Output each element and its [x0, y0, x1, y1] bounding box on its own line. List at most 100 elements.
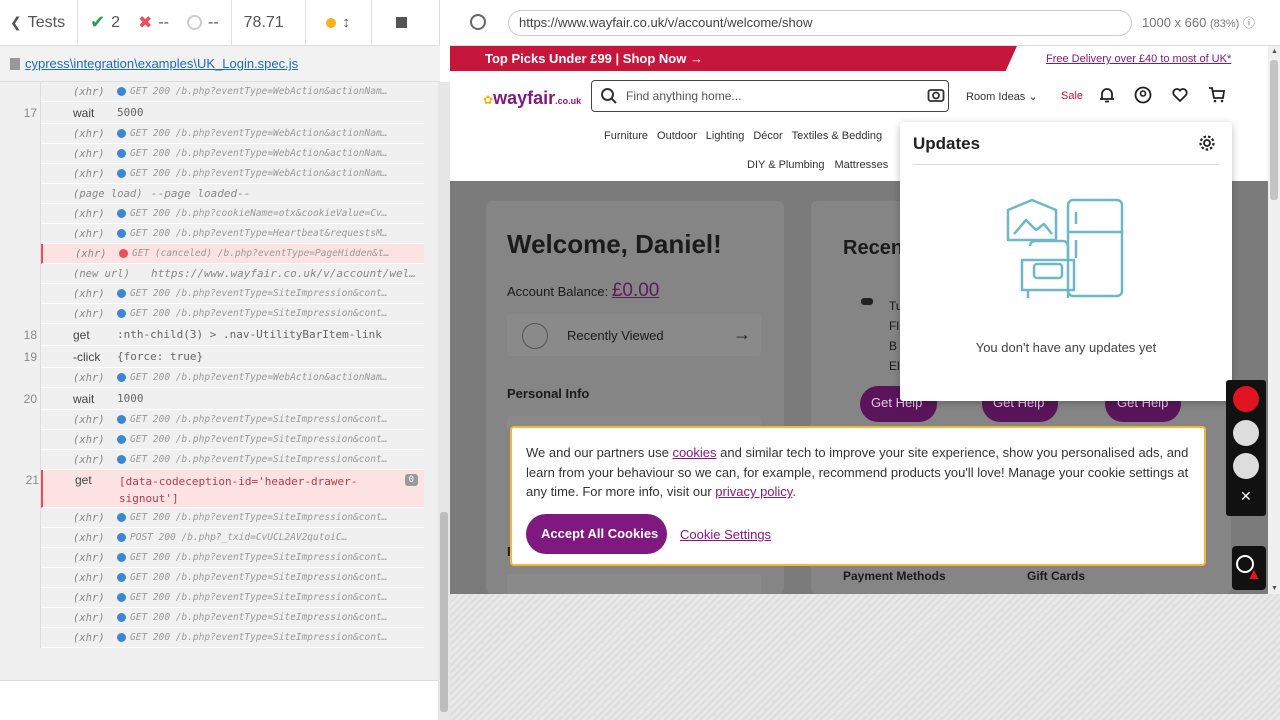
status-dot-icon [117, 633, 126, 642]
free-delivery-link[interactable]: Free Delivery over £40 to most of UK* [1046, 53, 1231, 65]
command-name: (xhr) [73, 147, 105, 160]
xhr-log-row[interactable]: (xhr) GET (canceled) /b.php?eventType=Pag… [41, 244, 424, 264]
close-icon[interactable]: ✕ [1240, 488, 1252, 505]
account-icon[interactable] [1134, 86, 1152, 104]
camera-icon[interactable] [927, 86, 945, 104]
event-row[interactable]: (new url) https://www.wayfair.co.uk/v/acc… [41, 264, 424, 284]
updates-dropdown: Updates You don't have any updates yet [900, 122, 1232, 401]
xhr-log-row[interactable]: (xhr) GET 200 /b.php?eventType=SiteImpres… [41, 628, 424, 648]
recently-viewed-icon [522, 323, 548, 349]
updates-title: Updates [913, 134, 981, 153]
caret-up-icon[interactable]: ▲ [1271, 48, 1278, 55]
xhr-log-row[interactable]: (xhr) GET 200 /b.php?eventType=SiteImpres… [41, 548, 424, 568]
cookie-settings-link[interactable]: Cookie Settings [680, 527, 771, 542]
xhr-log-row[interactable]: (xhr) GET 200 /b.php?eventType=WebAction&… [41, 164, 424, 184]
command-row[interactable]: 18 get:nth-child(3) > .nav-UtilityBarItem… [24, 324, 424, 346]
xhr-log-row[interactable]: (xhr) GET 200 /b.php?eventType=SiteImpres… [41, 410, 424, 430]
gift-cards-link[interactable]: Gift Cards [1027, 569, 1085, 583]
xhr-log-row[interactable]: (xhr) POST 200 /b.php?_txid=CvUCL2AV2quto… [41, 528, 424, 548]
nav-item[interactable]: Furniture [604, 130, 648, 142]
nav-item[interactable]: Décor [753, 130, 782, 142]
selector-playground-icon[interactable] [470, 14, 486, 30]
xhr-log-row[interactable]: (xhr) GET 200 /b.php?eventType=Heartbeat&… [41, 224, 424, 244]
aut-scrollbar[interactable]: ▲ ▼ [1268, 46, 1280, 594]
divider [913, 164, 1219, 165]
balance-value[interactable]: £0.00 [612, 280, 660, 301]
payment-methods-link[interactable]: Payment Methods [843, 569, 946, 583]
accept-all-cookies-button[interactable]: Accept All Cookies [526, 514, 667, 554]
scrollbar-thumb[interactable] [1270, 60, 1278, 200]
reporter-scrollbar[interactable] [438, 82, 450, 720]
command-row[interactable]: 19 -click {force: true} [24, 346, 424, 368]
heart-icon[interactable] [1171, 86, 1189, 104]
scrollbar-thumb[interactable] [440, 512, 448, 712]
wayfair-logo[interactable]: ✿wayfair.co.uk [483, 88, 581, 109]
event-row[interactable]: (page load) --page loaded-- [41, 184, 424, 204]
xhr-log-row[interactable]: (xhr) GET 200 /b.php?eventType=SiteImpres… [41, 508, 424, 528]
auto-scroll-toggle[interactable]: ↕ [306, 0, 372, 46]
command-row[interactable]: 20 wait 1000 [24, 388, 424, 410]
accessibility-widget[interactable]: ▲ [1232, 546, 1266, 590]
xhr-log-row[interactable]: (xhr) GET 200 /b.php?eventType=WebAction&… [41, 144, 424, 164]
recently-viewed-button[interactable]: Recently Viewed → [507, 314, 761, 356]
gear-icon[interactable] [1198, 134, 1216, 152]
command-name: (xhr) [73, 611, 105, 624]
nav-item[interactable]: Textiles & Bedding [792, 130, 883, 142]
cart-icon[interactable] [1208, 86, 1226, 104]
command-message: GET 200 /b.php?cookieName=otx&cookieValu… [117, 208, 424, 219]
xhr-log-row[interactable]: (xhr) GET 200 /b.php?eventType=SiteImpres… [41, 304, 424, 324]
partial-list-row[interactable] [507, 574, 761, 594]
xhr-log-row[interactable]: (xhr) GET 200 /b.php?eventType=SiteImpres… [41, 284, 424, 304]
personal-info-heading: Personal Info [507, 386, 590, 401]
command-message: https://www.wayfair.co.uk/v/account/wel… [151, 267, 416, 280]
privacy-policy-link[interactable]: privacy policy [715, 484, 792, 499]
widget-button[interactable] [1233, 453, 1259, 479]
command-name: wait [73, 105, 95, 120]
search-input[interactable]: Find anything home... [591, 80, 949, 112]
command-row[interactable]: 21 get [data-codeception-id='header-drawer… [26, 470, 424, 508]
truck-icon [861, 298, 873, 305]
xhr-log-row[interactable]: (xhr) GET 200 /b.php?eventType=SiteImpres… [41, 608, 424, 628]
nav-item[interactable]: DIY & Plumbing [747, 159, 824, 171]
status-dot-icon [117, 149, 126, 158]
nav-item[interactable]: Outdoor [657, 130, 697, 142]
command-name: (xhr) [73, 287, 105, 300]
command-name: (xhr) [73, 551, 105, 564]
command-message: GET 200 /b.php?eventType=SiteImpression&… [117, 552, 424, 563]
bell-icon[interactable] [1098, 86, 1116, 104]
nav-item[interactable]: Mattresses [834, 159, 888, 171]
welcome-heading: Welcome, Daniel! [507, 229, 722, 259]
command-message: POST 200 /b.php?_txid=CvUCL2AV2qutoiC… [117, 532, 424, 543]
widget-button[interactable] [1233, 420, 1259, 446]
scroll-arrows-icon: ↕ [342, 14, 350, 31]
promo-banner[interactable]: Top Picks Under £99 | Shop Now → [450, 46, 1017, 71]
command-message: GET 200 /b.php?eventType=SiteImpression&… [117, 454, 424, 465]
command-message: 5000 [117, 106, 144, 119]
nav-item[interactable]: Lighting [706, 130, 745, 142]
stop-button[interactable] [372, 0, 432, 46]
xhr-log-row[interactable]: (xhr) GET 200 /b.php?eventType=SiteImpres… [41, 588, 424, 608]
spec-file-bar[interactable]: cypress\integration\examples\UK_Login.sp… [0, 46, 440, 82]
xhr-log-row[interactable]: (xhr) GET 200 /b.php?eventType=WebAction&… [41, 368, 424, 388]
url-bar[interactable]: https://www.wayfair.co.uk/v/account/welc… [508, 10, 1132, 36]
xhr-log-row[interactable]: (xhr) GET 200 /b.php?eventType=SiteImpres… [41, 450, 424, 470]
tests-toggle[interactable]: ❮ Tests [0, 0, 79, 46]
command-name: (xhr) [73, 571, 105, 584]
caret-down-icon[interactable]: ▼ [1271, 585, 1278, 592]
record-button[interactable] [1233, 386, 1259, 412]
xhr-log-row[interactable]: (xhr) GET 200 /b.php?eventType=SiteImpres… [41, 568, 424, 588]
command-name: (xhr) [73, 167, 105, 180]
xhr-log-row[interactable]: (xhr) GET 200 /b.php?cookieName=otx&cooki… [41, 204, 424, 224]
viewport-info[interactable]: 1000 x 660 (83%) ⓘ [1142, 14, 1255, 31]
cookies-link[interactable]: cookies [672, 445, 716, 460]
room-ideas-menu[interactable]: Room Ideas ⌄ [966, 90, 1038, 103]
command-row[interactable]: 17 wait 5000 [24, 102, 424, 124]
command-message: GET 200 /b.php?eventType=SiteImpression&… [117, 434, 424, 445]
sale-link[interactable]: Sale [1061, 90, 1083, 102]
account-balance: Account Balance: £0.00 [507, 280, 660, 301]
xhr-log-row[interactable]: (xhr) GET 200 /b.php?eventType=WebAction&… [41, 124, 424, 144]
app-under-test: Top Picks Under £99 | Shop Now → Free De… [450, 46, 1268, 594]
xhr-log-row[interactable]: (xhr) GET 200 /b.php?eventType=WebAction&… [41, 82, 424, 102]
xhr-log-row[interactable]: (xhr) GET 200 /b.php?eventType=SiteImpres… [41, 430, 424, 450]
recent-orders-heading: Recen [843, 237, 904, 259]
